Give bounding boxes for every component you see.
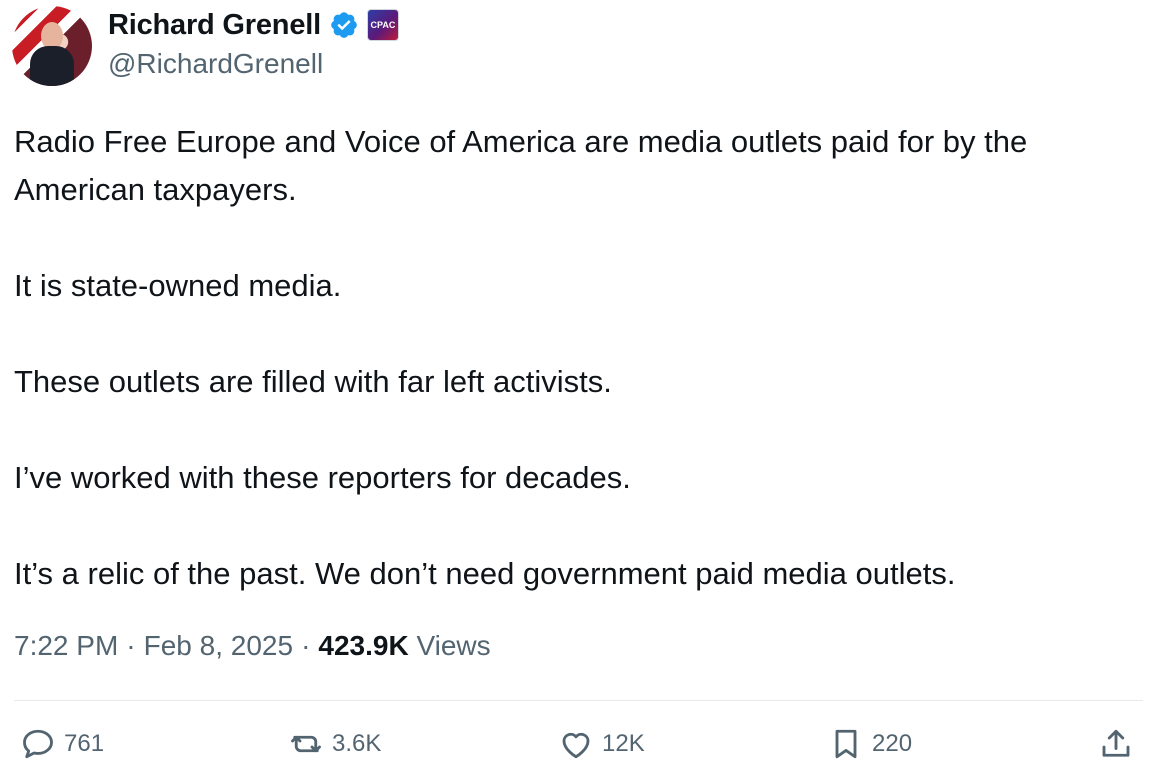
tweet-meta: 7:22 PM · Feb 8, 2025 · 423.9K Views — [14, 630, 491, 662]
repost-arrows-icon — [291, 735, 321, 753]
avatar-body — [30, 46, 74, 86]
meta-separator: · — [126, 630, 136, 661]
tweet-paragraph: It’s a relic of the past. We don’t need … — [14, 556, 956, 591]
reply-count: 761 — [64, 730, 105, 757]
share-upload-icon — [1102, 729, 1130, 757]
tweet-paragraph: These outlets are filled with far left a… — [14, 364, 612, 399]
tweet-paragraph: It is state-owned media. — [14, 268, 342, 303]
heart-icon — [562, 732, 590, 759]
like-count: 12K — [602, 730, 645, 757]
speech-bubble-icon — [23, 729, 53, 759]
views-count[interactable]: 423.9K — [318, 630, 408, 661]
bookmark-icon — [835, 729, 857, 759]
author-name-row: Richard Grenell CPAC — [108, 6, 399, 44]
bookmark-button[interactable]: 220 — [828, 726, 912, 762]
action-bar: 761 3.6K 12K 220 — [20, 726, 1135, 772]
repost-button[interactable]: 3.6K — [288, 726, 381, 762]
repost-count: 3.6K — [332, 730, 382, 757]
display-name[interactable]: Richard Grenell — [108, 9, 321, 42]
divider — [14, 700, 1143, 701]
bookmark-count: 220 — [872, 730, 913, 757]
meta-separator: · — [301, 630, 311, 661]
reply-button[interactable]: 761 — [20, 726, 104, 762]
like-button[interactable]: 12K — [558, 726, 645, 762]
tweet-date[interactable]: Feb 8, 2025 — [144, 630, 293, 662]
share-button[interactable] — [1098, 726, 1134, 762]
tweet-paragraph: Radio Free Europe and Voice of America a… — [14, 124, 1028, 207]
tweet-time[interactable]: 7:22 PM — [14, 630, 118, 662]
views-label: Views — [416, 630, 491, 661]
affiliate-badge-icon[interactable]: CPAC — [366, 9, 399, 41]
verified-badge-icon — [331, 12, 357, 38]
tweet-text: Radio Free Europe and Voice of America a… — [14, 118, 1149, 598]
tweet-paragraph: I’ve worked with these reporters for dec… — [14, 460, 631, 495]
handle[interactable]: @RichardGrenell — [108, 48, 323, 80]
avatar[interactable] — [12, 6, 92, 86]
